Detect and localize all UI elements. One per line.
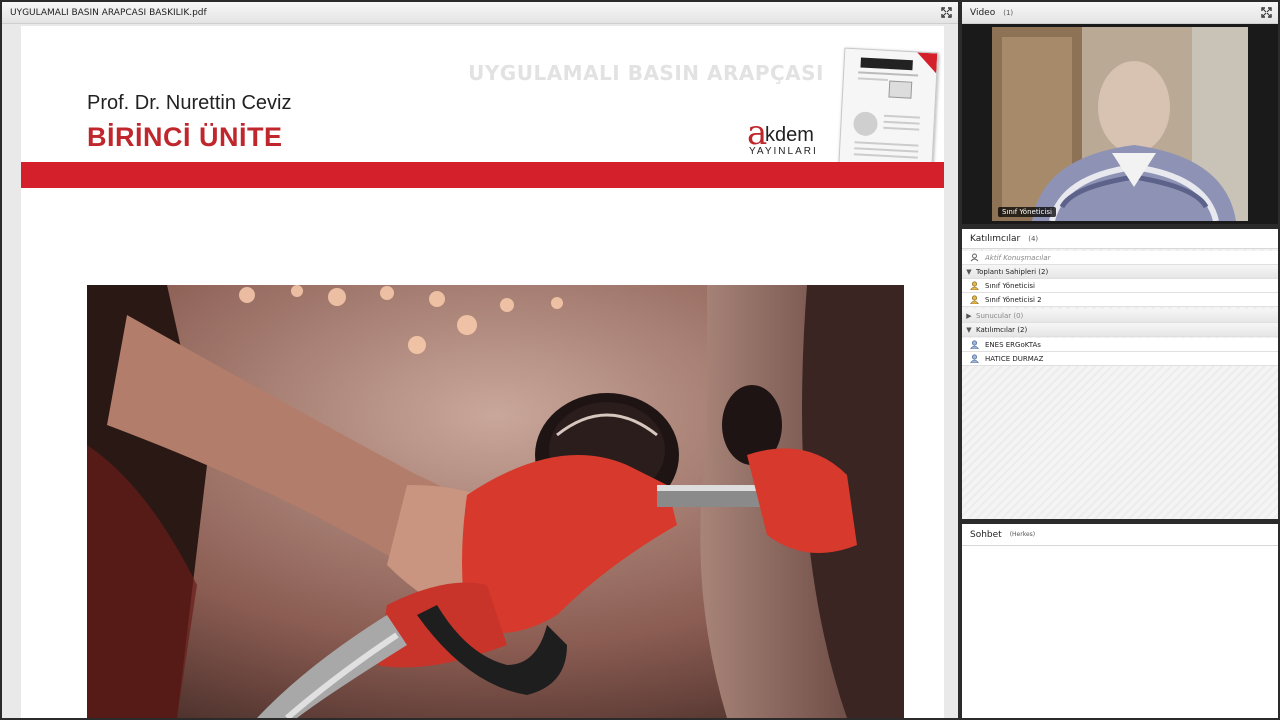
attendee-name: Sınıf Yöneticisi 2 (985, 295, 1042, 304)
chat-pod-header: Sohbet (Herkes) (962, 524, 1278, 546)
group-hosts-label: Toplantı Sahipleri (2) (976, 267, 1049, 276)
header-watermark: UYGULAMALI BASIN ARAPÇASI (468, 61, 824, 85)
active-speakers-label: Aktif Konuşmacılar (985, 253, 1051, 262)
attendee-name: HATICE DURMAZ (985, 354, 1044, 363)
chevron-down-icon: ▼ (966, 325, 972, 334)
video-pod-header: Video (1) (962, 2, 1278, 24)
host-user-icon (970, 281, 979, 290)
share-pod-header: UYGULAMALI BASIN ARAPCASI BASKILIK.pdf (2, 2, 958, 24)
video-pod-title: Video (970, 7, 996, 18)
attendees-pod-header: Katılımcılar (4) (962, 229, 1278, 249)
share-pod: UYGULAMALI BASIN ARAPCASI BASKILIK.pdf U… (2, 2, 958, 718)
attendee-host-2[interactable]: Sınıf Yöneticisi 2 (962, 293, 1278, 307)
user-icon (970, 340, 979, 349)
attendee-participant-1[interactable]: ENES ERGoKTAs (962, 338, 1278, 352)
active-speakers-row: Aktif Konuşmacılar (962, 251, 1278, 265)
group-participants[interactable]: ▼ Katılımcılar (2) (962, 323, 1278, 337)
publisher-logo: a kdem YAYINLARI (747, 116, 816, 157)
logo-sub: YAYINLARI (749, 146, 818, 157)
video-count: (1) (1003, 8, 1014, 17)
group-hosts[interactable]: ▼ Toplantı Sahipleri (2) (962, 265, 1278, 279)
logo-name: kdem (765, 124, 814, 146)
group-participants-label: Katılımcılar (2) (976, 325, 1028, 334)
video-pod: Video (1) Sınıf Yöneticisi (962, 2, 1278, 224)
group-presenters[interactable]: ▶ Sunucular (0) (962, 309, 1278, 323)
red-header-bar (21, 162, 944, 188)
attendee-name: ENES ERGoKTAs (985, 340, 1041, 349)
chat-scope[interactable]: (Herkes) (1010, 531, 1035, 538)
fuel-nozzle-photo (87, 285, 904, 718)
attendees-count: (4) (1028, 234, 1039, 243)
chat-pod: Sohbet (Herkes) (962, 524, 1278, 718)
webcam-feed (992, 27, 1248, 221)
document-page: UYGULAMALI BASIN ARAPÇASI Prof. Dr. Nure… (21, 26, 944, 718)
chat-messages-area (962, 546, 1278, 718)
fullscreen-icon[interactable] (941, 7, 952, 18)
attendees-pod: Katılımcılar (4) Aktif Konuşmacılar ▼ To… (962, 229, 1278, 519)
fullscreen-icon[interactable] (1261, 7, 1272, 18)
user-icon (970, 354, 979, 363)
group-presenters-label: Sunucular (0) (976, 311, 1024, 320)
attendee-host-1[interactable]: Sınıf Yöneticisi (962, 279, 1278, 293)
attendee-name: Sınıf Yöneticisi (985, 281, 1035, 290)
chat-pod-title: Sohbet (970, 529, 1002, 540)
chevron-down-icon: ▼ (966, 267, 972, 276)
attendee-participant-2[interactable]: HATICE DURMAZ (962, 352, 1278, 366)
chevron-right-icon: ▶ (966, 311, 972, 320)
speaker-icon (970, 253, 979, 262)
author-name: Prof. Dr. Nurettin Ceviz (87, 92, 292, 114)
attendees-pod-title: Katılımcılar (970, 233, 1021, 244)
unit-title: BİRİNCİ ÜNİTE (87, 122, 283, 152)
share-pod-title: UYGULAMALI BASIN ARAPCASI BASKILIK.pdf (10, 7, 207, 18)
camera-label: Sınıf Yöneticisi (998, 207, 1056, 217)
host-user-icon (970, 295, 979, 304)
